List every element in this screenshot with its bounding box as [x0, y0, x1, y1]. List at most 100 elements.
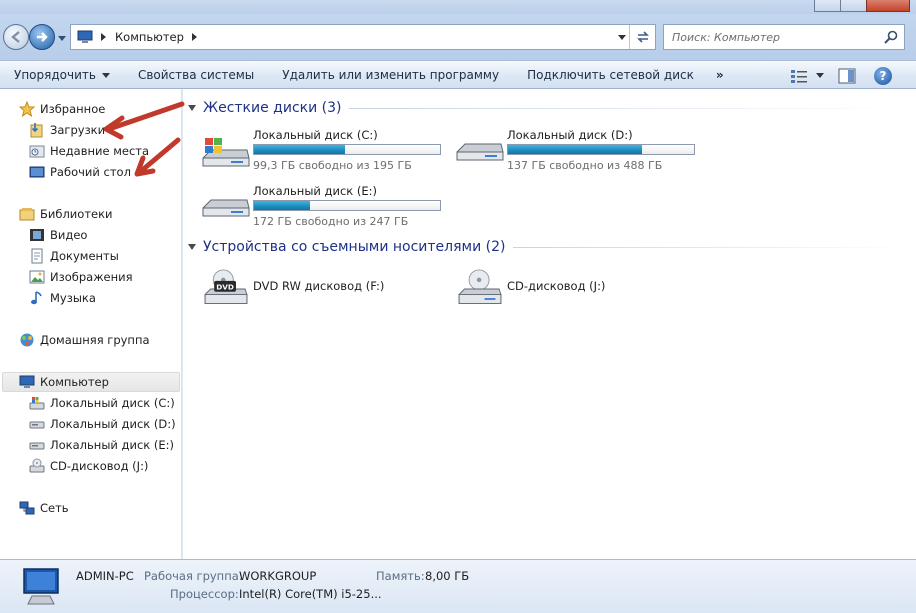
nav-downloads-label: Загрузки [50, 123, 106, 137]
drive-name: Локальный диск (E:) [253, 184, 377, 198]
dvd-logo-label: DVD [216, 282, 234, 291]
nav-favorites-label: Избранное [40, 102, 106, 116]
nav-favorites[interactable]: Избранное [19, 99, 105, 119]
minimize-button[interactable] [814, 0, 841, 12]
system-properties-button[interactable]: Свойства системы [124, 62, 268, 88]
nav-computer[interactable]: Компьютер [2, 372, 180, 392]
system-drive-icon [202, 138, 250, 167]
cpu-value: Intel(R) Core(TM) i5-25... [239, 587, 382, 601]
uninstall-program-button[interactable]: Удалить или изменить программу [268, 62, 513, 88]
workgroup-value: WORKGROUP [239, 569, 317, 583]
nav-music-label: Музыка [50, 291, 96, 305]
cd-drive-icon [29, 458, 45, 473]
removable-group-header[interactable]: Устройства со съемными носителями (2) [187, 237, 907, 257]
nav-disk-e[interactable]: Локальный диск (E:) [29, 435, 174, 455]
view-options-icon [791, 69, 807, 83]
nav-desktop[interactable]: Рабочий стол [29, 162, 131, 182]
drive-tile-cd-j[interactable]: CD-дисковод (J:) [455, 265, 705, 315]
nav-disk-d-label: Локальный диск (D:) [50, 417, 176, 431]
disk-usage-fill [254, 145, 346, 154]
close-button[interactable] [866, 0, 910, 12]
breadcrumb-separator-icon[interactable] [97, 31, 109, 43]
forward-button[interactable] [29, 24, 55, 50]
command-bar: Упорядочить Свойства системы Удалить или… [0, 60, 916, 89]
memory-label: Память: [376, 569, 425, 583]
collapse-triangle-icon [188, 244, 196, 250]
recent-pages-icon[interactable] [57, 33, 67, 43]
drive-name: Локальный диск (C:) [253, 128, 378, 142]
nav-homegroup[interactable]: Домашняя группа [19, 330, 150, 350]
nav-computer-label: Компьютер [40, 375, 109, 389]
nav-cd-j[interactable]: CD-дисковод (J:) [29, 456, 148, 476]
hard-drive-icon [29, 442, 45, 450]
nav-desktop-label: Рабочий стол [50, 165, 131, 179]
computer-icon [77, 30, 93, 43]
cpu-label: Процессор: [170, 587, 239, 601]
breadcrumb-separator-icon[interactable] [188, 31, 200, 43]
more-commands-button[interactable]: » [708, 62, 732, 88]
change-view-button[interactable] [790, 68, 824, 84]
memory-value: 8,00 ГБ [425, 569, 470, 583]
address-bar[interactable]: Компьютер [70, 24, 656, 50]
help-button[interactable]: ? [874, 66, 892, 85]
disk-usage-fill [508, 145, 642, 154]
search-input[interactable] [672, 26, 883, 48]
nav-music[interactable]: Музыка [29, 288, 96, 308]
hard-drive-icon [456, 143, 504, 161]
map-network-drive-button[interactable]: Подключить сетевой диск [513, 62, 708, 88]
maximize-button[interactable] [840, 0, 867, 12]
content-area: Жесткие диски (3) Локальный диск (C:) 99… [183, 89, 916, 559]
drive-tile-d[interactable]: Локальный диск (D:) 137 ГБ свободно из 4… [455, 128, 705, 178]
chevron-down-icon [816, 73, 824, 78]
nav-network[interactable]: Сеть [19, 498, 69, 518]
address-history-dropdown-icon[interactable] [617, 31, 627, 43]
documents-icon [31, 248, 43, 264]
search-box[interactable] [663, 24, 905, 50]
disk-usage-fill [254, 201, 310, 210]
refresh-button[interactable] [629, 25, 655, 49]
dvd-drive-icon: DVD [204, 269, 248, 304]
navigation-pane: Избранное Загрузки Недавние места Рабочи… [0, 89, 182, 559]
images-icon [29, 270, 45, 284]
star-icon [19, 101, 35, 117]
nav-video[interactable]: Видео [29, 225, 87, 245]
breadcrumb-computer[interactable]: Компьютер [115, 30, 184, 44]
nav-disk-e-label: Локальный диск (E:) [50, 438, 174, 452]
nav-disk-c[interactable]: Локальный диск (C:) [29, 393, 175, 413]
nav-recent-label: Недавние места [50, 144, 150, 158]
hard-drive-icon [202, 199, 250, 217]
nav-documents[interactable]: Документы [29, 246, 119, 266]
organize-menu[interactable]: Упорядочить [0, 62, 124, 88]
video-icon [30, 229, 44, 241]
drive-free-space: 137 ГБ свободно из 488 ГБ [507, 159, 663, 172]
group-divider [349, 107, 907, 109]
libraries-icon [19, 208, 35, 221]
hard-disks-title: Жесткие диски (3) [203, 100, 342, 116]
network-icon [19, 501, 35, 515]
back-button[interactable] [3, 24, 29, 50]
nav-downloads[interactable]: Загрузки [29, 120, 105, 140]
music-icon [31, 291, 42, 305]
nav-video-label: Видео [50, 228, 88, 242]
nav-recent-places[interactable]: Недавние места [29, 141, 149, 161]
drive-tile-dvd-f[interactable]: DVD DVD RW дисковод (F:) [201, 265, 451, 315]
nav-disk-d[interactable]: Локальный диск (D:) [29, 414, 176, 434]
search-icon[interactable] [883, 29, 899, 45]
preview-pane-icon[interactable] [838, 68, 856, 84]
nav-images-label: Изображения [50, 270, 133, 284]
nav-libraries[interactable]: Библиотеки [19, 204, 113, 224]
computer-icon [23, 568, 59, 605]
command-bar-right: ? [790, 61, 916, 90]
drive-name: DVD RW дисковод (F:) [253, 279, 385, 293]
address-row: Компьютер [0, 14, 916, 60]
nav-images[interactable]: Изображения [29, 267, 133, 287]
drive-tile-c[interactable]: Локальный диск (C:) 99,3 ГБ свободно из … [201, 128, 451, 178]
drive-name: Локальный диск (D:) [507, 128, 633, 142]
system-drive-icon [29, 397, 45, 410]
back-arrow-icon [11, 31, 20, 43]
drive-tile-e[interactable]: Локальный диск (E:) 172 ГБ свободно из 2… [201, 184, 451, 234]
hard-drive-icon [29, 421, 45, 429]
hard-disks-group-header[interactable]: Жесткие диски (3) [187, 98, 907, 118]
disk-usage-bar [253, 144, 441, 155]
computer-icon [19, 375, 35, 388]
